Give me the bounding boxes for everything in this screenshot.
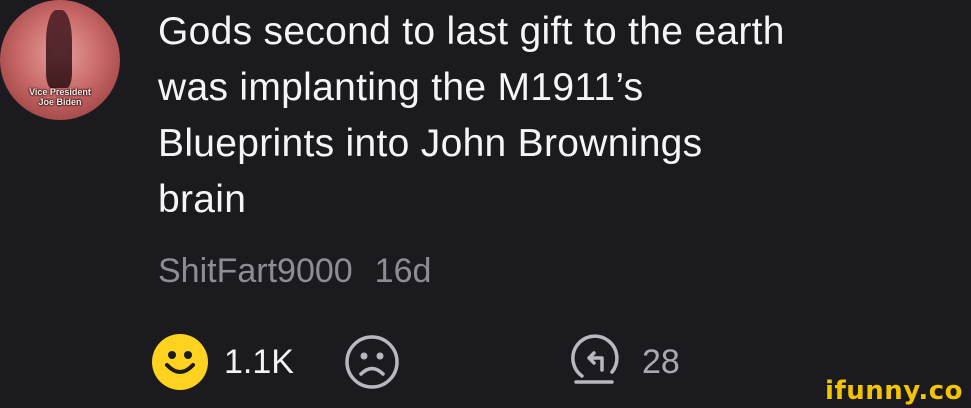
reply-icon[interactable] [568,334,624,390]
smile-count: 1.1K [224,342,294,381]
frown-icon[interactable] [344,334,400,390]
avatar-caption-line1: Vice President [29,87,91,97]
comment-actions: 1.1K 28 [152,334,680,390]
avatar-caption-line2: Joe Biden [38,97,82,107]
avatar[interactable]: Vice President Joe Biden [0,0,120,120]
avatar-figure [46,10,72,88]
comment-meta: ShitFart9000 16d [158,252,431,291]
comment-age: 16d [374,252,432,290]
reply-count: 28 [641,342,680,381]
ifunny-watermark: ifunny.co [825,376,963,406]
username[interactable]: ShitFart9000 [158,252,353,291]
smile-icon[interactable] [152,334,208,390]
comment-text: Gods second to last gift to the earth wa… [158,10,785,221]
